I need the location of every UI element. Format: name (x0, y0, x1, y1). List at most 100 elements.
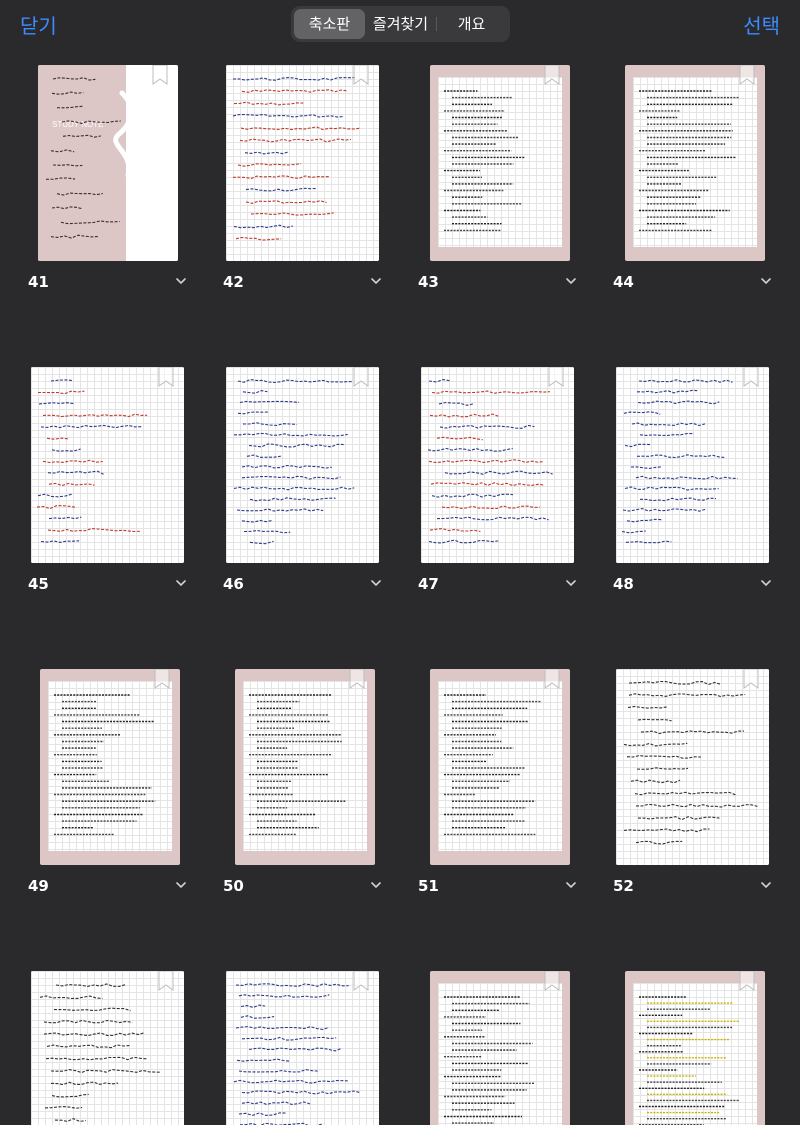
page-thumbnail[interactable] (625, 65, 765, 261)
page-thumbnail[interactable] (616, 367, 769, 563)
note-line (238, 1112, 287, 1116)
note-line (50, 149, 75, 153)
note-line (241, 464, 332, 469)
chevron-down-icon[interactable] (371, 275, 381, 288)
page-number: 44 (613, 273, 634, 291)
note-line (249, 497, 336, 502)
note-line (623, 411, 661, 415)
page-thumbnail[interactable] (430, 669, 570, 865)
page-thumbnail[interactable] (616, 669, 769, 865)
page-content (233, 378, 355, 545)
note-line (244, 151, 290, 155)
note-lines-group (232, 77, 361, 241)
chevron-down-icon[interactable] (566, 275, 576, 288)
bookmark-icon[interactable] (349, 669, 365, 689)
note-line (233, 1079, 349, 1084)
note-line (235, 236, 282, 241)
page-thumbnail[interactable] (226, 971, 379, 1125)
chevron-down-icon[interactable] (176, 577, 186, 590)
page-number: 43 (418, 273, 439, 291)
note-line (233, 224, 294, 229)
page-thumbnail[interactable] (430, 65, 570, 261)
bookmark-icon[interactable] (353, 971, 369, 991)
chevron-down-icon[interactable] (371, 577, 381, 590)
page-thumbnail[interactable] (31, 971, 184, 1125)
note-line (50, 379, 73, 382)
note-line (237, 163, 302, 167)
bookmark-icon[interactable] (544, 65, 560, 85)
bookmark-icon[interactable] (154, 669, 170, 689)
note-lines-group (39, 983, 162, 1122)
note-line (429, 413, 500, 418)
note-line (44, 1106, 83, 1109)
chevron-down-icon[interactable] (566, 577, 576, 590)
page-thumbnail[interactable] (421, 367, 574, 563)
note-line (630, 466, 662, 469)
bookmark-icon[interactable] (743, 367, 759, 387)
note-line (438, 401, 474, 406)
page-content (621, 379, 738, 544)
page-content: STUDY NOTE (45, 65, 178, 261)
chevron-down-icon[interactable] (176, 275, 186, 288)
note-line (236, 508, 324, 512)
note-line (640, 730, 744, 735)
note-line (39, 995, 103, 1000)
bookmark-icon[interactable] (548, 367, 564, 387)
page-number: 41 (28, 273, 49, 291)
page-thumbnail[interactable] (31, 367, 184, 563)
page-content (623, 680, 758, 845)
note-line (624, 486, 719, 491)
page-content (36, 379, 148, 543)
bookmark-icon[interactable] (739, 971, 755, 991)
page-content (232, 77, 361, 241)
note-line (46, 1044, 131, 1049)
page-thumbnail[interactable] (226, 65, 379, 261)
bookmark-icon[interactable] (544, 669, 560, 689)
page-thumbnail[interactable] (430, 971, 570, 1125)
note-line (635, 475, 738, 480)
note-line (626, 518, 663, 523)
bookmark-icon[interactable] (739, 65, 755, 85)
page-thumbnail-grid: STUDY NOTE 41 42 43 44 45 46 47 48 49 50 51 52 (0, 0, 800, 1125)
bookmark-icon[interactable] (743, 669, 759, 689)
note-line (245, 187, 317, 192)
note-lines-group (639, 996, 740, 1125)
chevron-down-icon[interactable] (371, 879, 381, 892)
note-line (637, 400, 720, 405)
chevron-down-icon[interactable] (761, 879, 771, 892)
chevron-down-icon[interactable] (761, 577, 771, 590)
page-number: 50 (223, 877, 244, 895)
page-thumbnail[interactable] (625, 971, 765, 1125)
chevron-down-icon[interactable] (176, 879, 186, 892)
bookmark-icon[interactable] (158, 367, 174, 387)
note-line (239, 400, 300, 404)
note-line (430, 482, 545, 487)
page-thumbnail[interactable] (40, 669, 180, 865)
note-line (51, 206, 83, 210)
note-line (245, 200, 327, 204)
note-line (624, 443, 651, 448)
note-line (236, 1058, 291, 1062)
chevron-down-icon[interactable] (566, 879, 576, 892)
page-number: 52 (613, 877, 634, 895)
bookmark-icon[interactable] (544, 971, 560, 991)
bookmark-icon[interactable] (152, 65, 168, 85)
bookmark-icon[interactable] (158, 971, 174, 991)
page-thumbnail[interactable] (235, 669, 375, 865)
bookmark-icon[interactable] (353, 367, 369, 387)
page-content (427, 379, 553, 544)
note-line (625, 540, 672, 544)
note-line (47, 528, 141, 533)
page-number: 49 (28, 877, 49, 895)
bookmark-icon[interactable] (353, 65, 369, 85)
chevron-down-icon[interactable] (761, 275, 771, 288)
note-line (246, 454, 281, 458)
page-thumbnail[interactable]: STUDY NOTE (38, 65, 178, 261)
note-line (54, 1117, 86, 1122)
note-line (626, 755, 701, 759)
note-line (630, 779, 681, 784)
note-line (637, 718, 672, 722)
page-thumbnail[interactable] (226, 367, 379, 563)
page-number: 48 (613, 575, 634, 593)
note-line (52, 77, 96, 81)
